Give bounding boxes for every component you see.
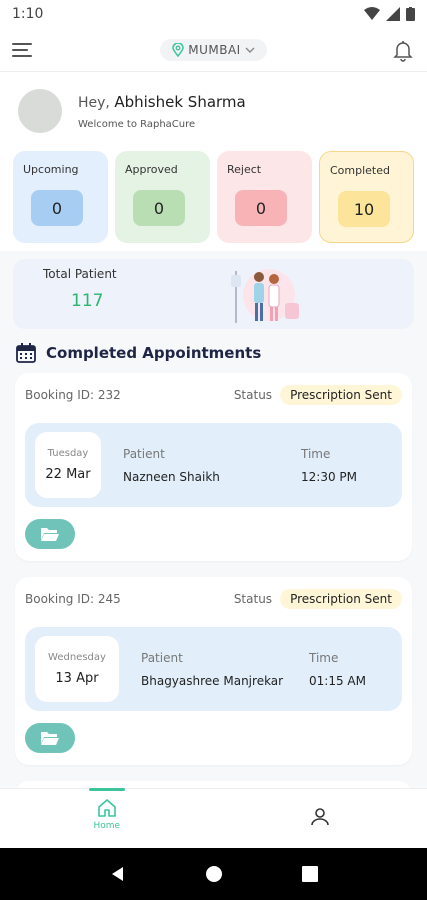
- status-time: 1:10: [12, 6, 44, 22]
- status-badge: Prescription Sent: [280, 385, 402, 405]
- app-bar: MUMBAI: [0, 28, 427, 72]
- appointment-card[interactable]: Booking ID: 232 Status Prescription Sent…: [15, 373, 412, 561]
- wifi-icon: [364, 7, 380, 20]
- location-pin-icon: [172, 42, 185, 57]
- home-circle-icon[interactable]: [205, 865, 223, 883]
- stat-reject[interactable]: Reject 0: [217, 151, 312, 243]
- bottom-nav: Home: [0, 788, 427, 848]
- patient-name: Bhagyashree Manjrekar: [141, 673, 284, 688]
- signal-icon: [386, 7, 400, 21]
- total-patient-label: Total Patient: [43, 267, 117, 281]
- patient-name: Nazneen Shaikh: [123, 469, 220, 484]
- patient-label: Patient: [123, 446, 165, 461]
- bell-icon[interactable]: [391, 38, 415, 62]
- battery-icon: [406, 7, 415, 21]
- user-name: Abhishek Sharma: [114, 92, 246, 111]
- appointment-date: 13 Apr: [55, 671, 99, 686]
- open-folder-button[interactable]: [25, 723, 75, 753]
- stat-approved[interactable]: Approved 0: [115, 151, 210, 243]
- booking-id: Booking ID: 245: [25, 592, 121, 606]
- status-label: Status: [233, 592, 273, 606]
- stat-upcoming[interactable]: Upcoming 0: [13, 151, 108, 243]
- status-bar: 1:10: [0, 0, 427, 28]
- time-label: Time: [309, 650, 339, 665]
- appointment-time: 12:30 PM: [301, 469, 357, 484]
- folder-open-icon: [41, 732, 59, 745]
- welcome-text: Welcome to RaphaCure: [78, 118, 196, 130]
- appointment-day: Wednesday: [48, 652, 106, 663]
- main-content: Hey, Abhishek Sharma Welcome to RaphaCur…: [0, 73, 427, 788]
- open-folder-button[interactable]: [25, 519, 75, 549]
- stat-label: Reject: [227, 163, 262, 176]
- stat-label: Completed: [330, 164, 390, 177]
- greeting: Hey, Abhishek Sharma: [78, 92, 246, 111]
- status-label: Status: [233, 388, 273, 402]
- section-title: Completed Appointments: [46, 344, 262, 362]
- stats-row: Upcoming 0 Approved 0 Reject 0 Completed…: [0, 143, 427, 251]
- chevron-down-icon: [245, 47, 255, 53]
- total-patient-card: Total Patient 117: [13, 259, 414, 329]
- recents-icon[interactable]: [301, 866, 318, 882]
- stat-value: 0: [133, 190, 185, 226]
- menu-icon[interactable]: [12, 38, 36, 62]
- appointment-details: Tuesday 22 Mar Patient Nazneen Shaikh Ti…: [25, 423, 402, 507]
- user-icon: [311, 808, 330, 826]
- stat-value: 10: [338, 191, 390, 227]
- date-box: Wednesday 13 Apr: [35, 636, 119, 702]
- section-header: Completed Appointments: [0, 329, 427, 373]
- booking-id: Booking ID: 232: [25, 388, 121, 402]
- doctor-patient-illustration: [231, 269, 299, 323]
- stat-value: 0: [31, 190, 83, 226]
- user-header: Hey, Abhishek Sharma Welcome to RaphaCur…: [0, 73, 427, 143]
- stat-label: Upcoming: [23, 163, 79, 176]
- appointment-time: 01:15 AM: [309, 673, 366, 688]
- location-label: MUMBAI: [188, 42, 241, 57]
- appointment-day: Tuesday: [47, 448, 89, 459]
- nav-home-label: Home: [93, 821, 121, 831]
- patient-label: Patient: [141, 650, 183, 665]
- system-nav-bar: [0, 848, 427, 900]
- stat-label: Approved: [125, 163, 178, 176]
- appointment-date: 22 Mar: [45, 467, 91, 482]
- status-icons: [364, 7, 415, 21]
- calendar-icon: [16, 343, 36, 363]
- appointment-card[interactable]: Booking ID: 245 Status Prescription Sent…: [15, 577, 412, 765]
- nav-home[interactable]: Home: [47, 788, 167, 848]
- location-selector[interactable]: MUMBAI: [160, 38, 267, 61]
- stat-value: 0: [235, 190, 287, 226]
- appointment-details: Wednesday 13 Apr Patient Bhagyashree Man…: [25, 627, 402, 711]
- folder-open-icon: [41, 528, 59, 541]
- avatar[interactable]: [18, 89, 62, 133]
- home-icon: [97, 799, 116, 817]
- time-label: Time: [301, 446, 331, 461]
- back-icon[interactable]: [109, 865, 127, 883]
- status-badge: Prescription Sent: [280, 589, 402, 609]
- nav-profile[interactable]: [260, 789, 380, 848]
- appointment-card[interactable]: [15, 781, 412, 788]
- date-box: Tuesday 22 Mar: [35, 432, 101, 498]
- stat-completed[interactable]: Completed 10: [319, 151, 414, 243]
